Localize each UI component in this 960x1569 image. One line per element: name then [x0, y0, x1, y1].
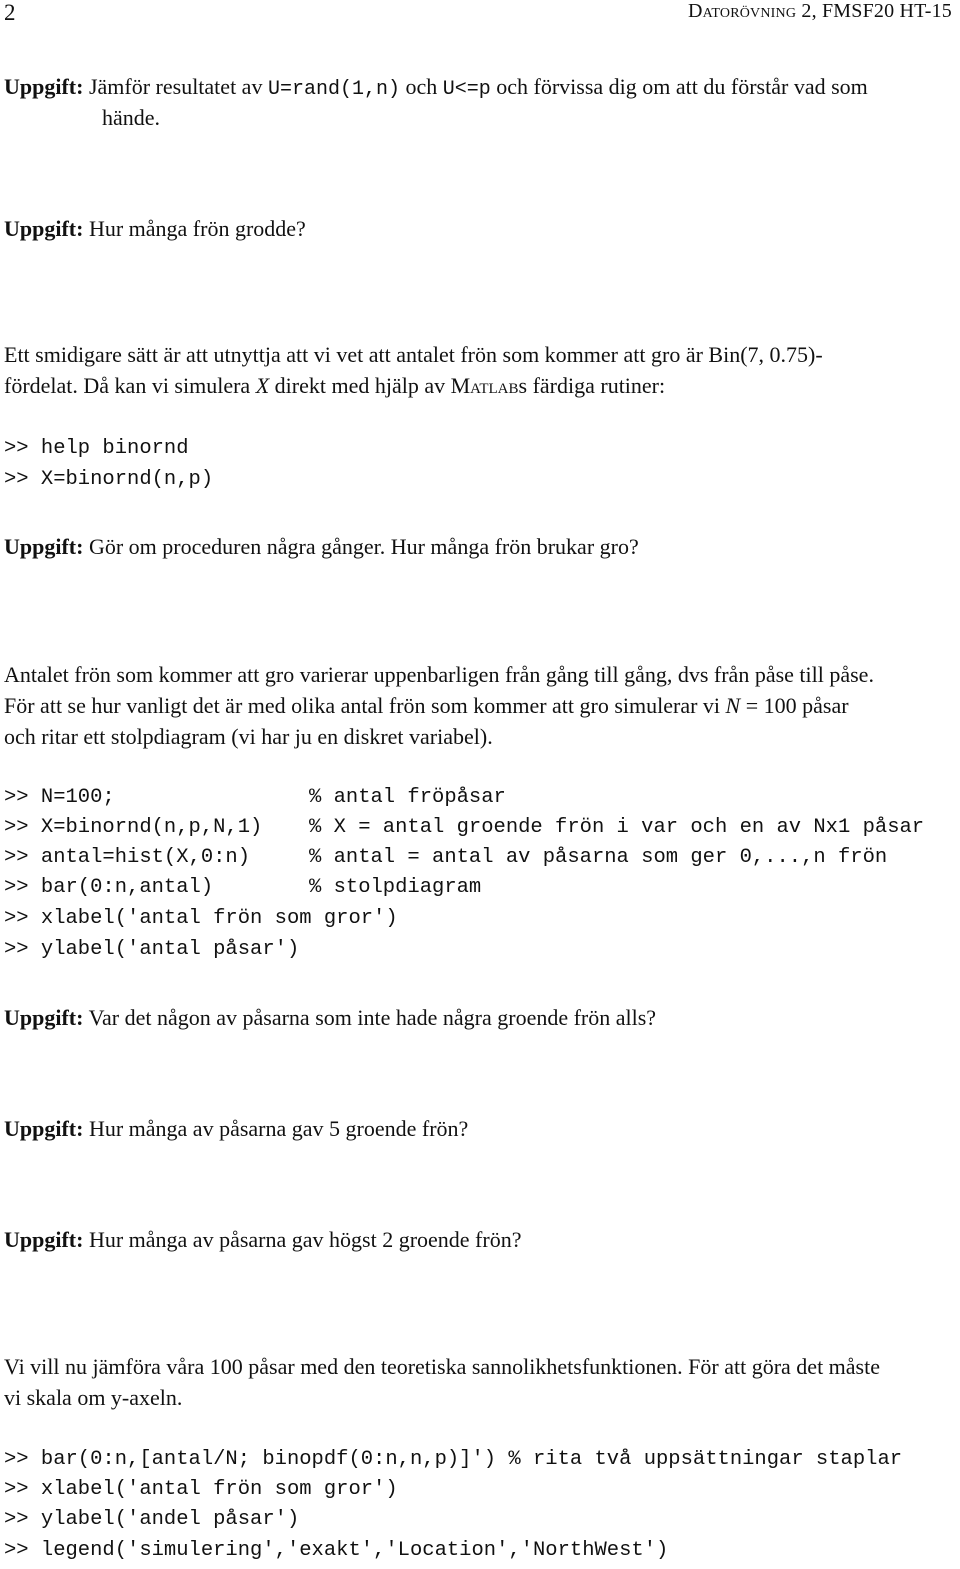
task-1-continued: hände. — [102, 105, 161, 130]
code-line: >> xlabel('antal frön som gror') — [4, 907, 398, 930]
task-5: Uppgift: Hur många av påsarna gav 5 groe… — [4, 1116, 469, 1141]
paragraph-1-line-2: fördelat. Då kan vi simulera X direkt me… — [4, 373, 666, 398]
variable-x: X — [255, 373, 270, 398]
paragraph-1-line-1: Ett smidigare sätt är att utnyttja att v… — [4, 342, 823, 367]
code-line: >> ylabel('antal påsar') — [4, 938, 300, 961]
code-comment: % stolpdiagram — [309, 876, 482, 899]
paragraph-3-line-2: vi skala om y-axeln. — [4, 1385, 183, 1410]
paragraph-2-line-2: För att se hur vanligt det är med olika … — [4, 693, 849, 718]
code-comment: % antal fröpåsar — [309, 786, 506, 809]
task-1: Uppgift: Jämför resultatet av U=rand(1,n… — [4, 74, 868, 101]
variable-n: N — [725, 693, 741, 718]
paragraph-2-line-1: Antalet frön som kommer att gro varierar… — [4, 662, 874, 687]
task-label: Uppgift: — [4, 1116, 84, 1141]
task-label: Uppgift: — [4, 216, 84, 241]
code-comment: % X = antal groende frön i var och en av… — [309, 816, 925, 839]
task-6: Uppgift: Hur många av påsarna gav högst … — [4, 1227, 522, 1252]
task-label: Uppgift: — [4, 1227, 84, 1252]
task-2: Uppgift: Hur många frön grodde? — [4, 216, 306, 241]
code-line: >> bar(0:n,[antal/N; binopdf(0:n,n,p)]')… — [4, 1448, 903, 1471]
paragraph-3-line-1: Vi vill nu jämföra våra 100 påsar med de… — [4, 1354, 880, 1379]
code-line: >> ylabel('andel påsar') — [4, 1508, 300, 1531]
code-line: >> X=binornd(n,p) — [4, 468, 214, 491]
code-line: >> xlabel('antal frön som gror') — [4, 1478, 398, 1501]
page-number: 2 — [4, 0, 16, 25]
inline-code: U<=p — [442, 78, 491, 101]
matlab-name: Matlab — [450, 373, 519, 398]
running-title: Datorövning 2, FMSF20 HT-15 — [688, 0, 952, 22]
code-line: >> X=binornd(n,p,N,1) — [4, 816, 263, 839]
code-line: >> N=100; — [4, 786, 115, 809]
task-3: Uppgift: Gör om proceduren några gånger.… — [4, 534, 639, 559]
code-line: >> legend('simulering','exakt','Location… — [4, 1539, 669, 1562]
code-comment: % antal = antal av påsarna som ger 0,...… — [309, 846, 888, 869]
task-label: Uppgift: — [4, 534, 84, 559]
paragraph-2-line-3: och ritar ett stolpdiagram (vi har ju en… — [4, 724, 493, 749]
code-line: >> bar(0:n,antal) — [4, 876, 214, 899]
inline-code: U=rand(1,n) — [267, 78, 400, 101]
task-label: Uppgift: — [4, 74, 84, 99]
code-line: >> help binornd — [4, 437, 189, 460]
task-4: Uppgift: Var det någon av påsarna som in… — [4, 1005, 657, 1030]
task-label: Uppgift: — [4, 1005, 84, 1030]
code-line: >> antal=hist(X,0:n) — [4, 846, 251, 869]
